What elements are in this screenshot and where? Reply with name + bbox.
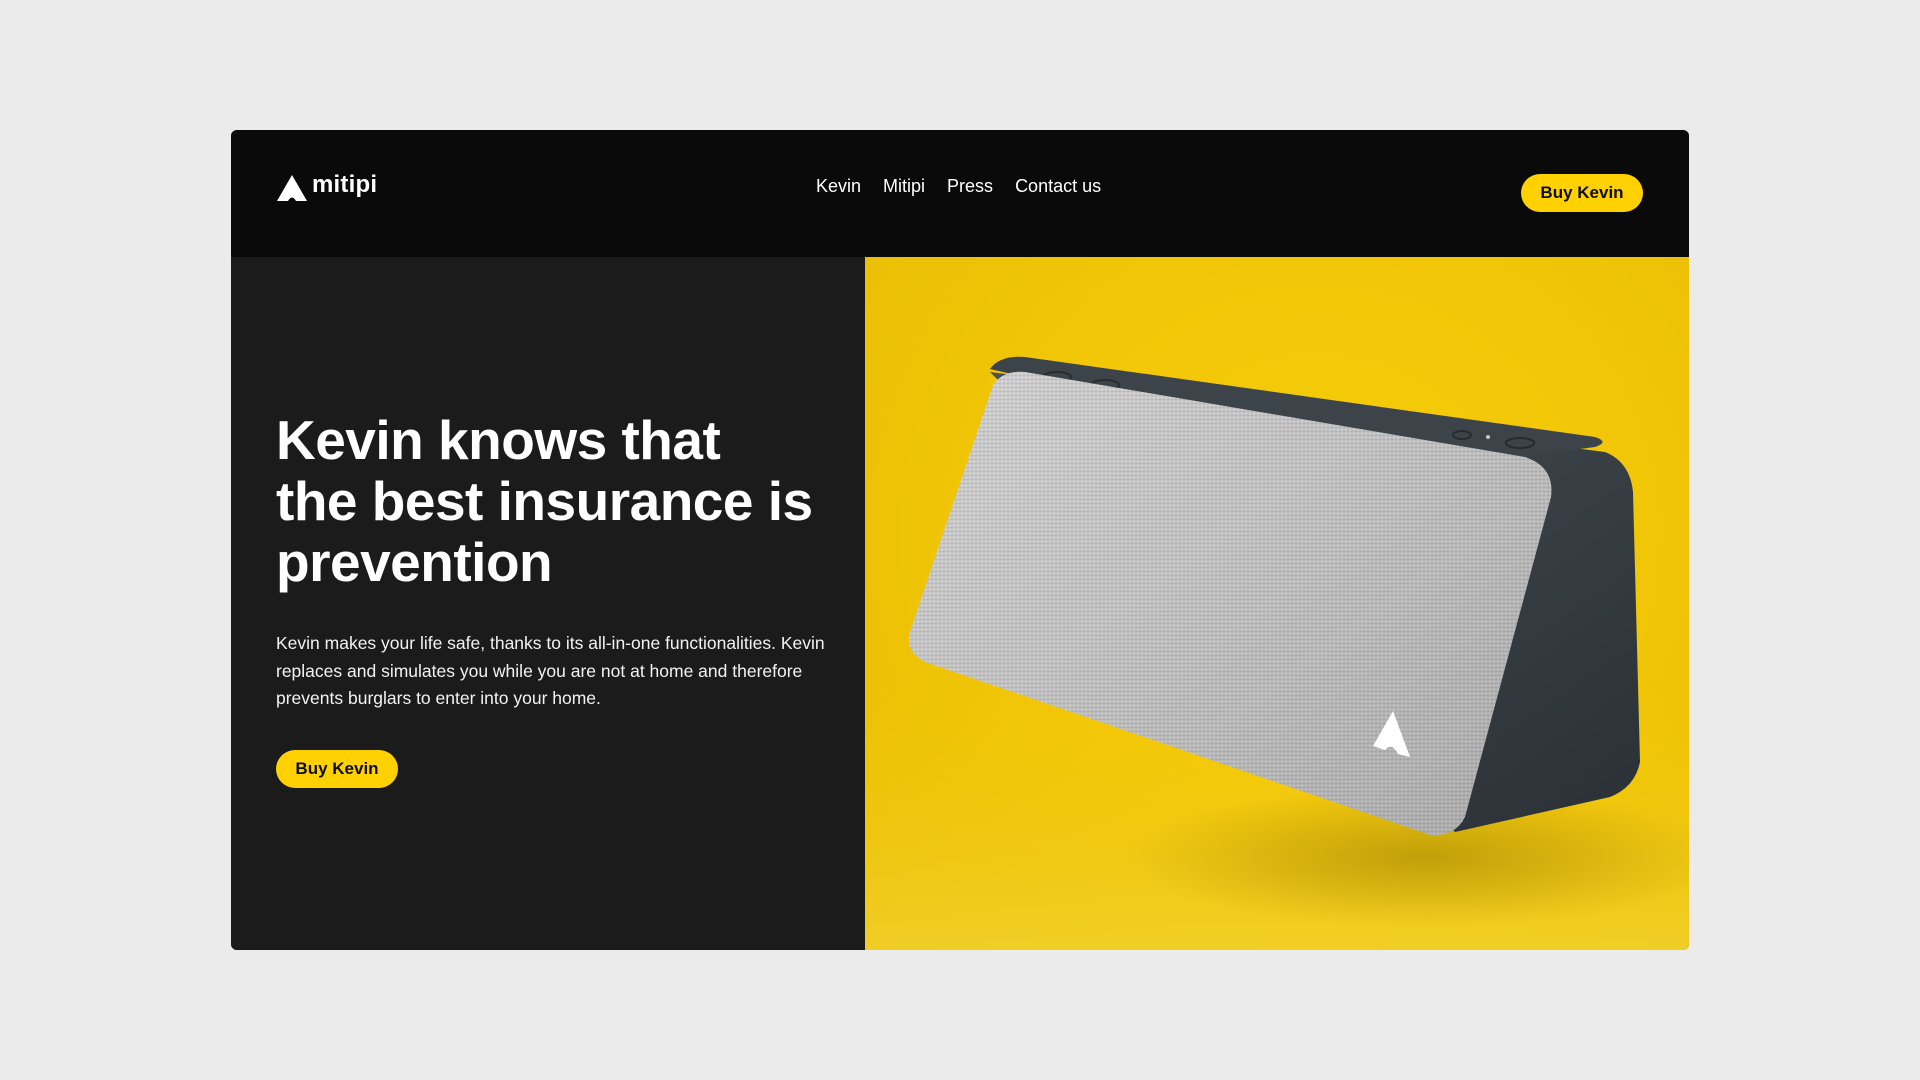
site-frame: mitipi Kevin Mitipi Press Contact us Buy… <box>231 130 1689 950</box>
nav-link-mitipi[interactable]: Mitipi <box>883 177 925 195</box>
hero-image-panel <box>865 257 1689 950</box>
mitipi-triangle-logo-icon <box>277 175 307 201</box>
nav-link-contact[interactable]: Contact us <box>1015 177 1101 195</box>
brand-logo[interactable]: mitipi <box>276 171 378 202</box>
nav-buy-button[interactable]: Buy Kevin <box>1521 174 1643 212</box>
hero-description: Kevin makes your life safe, thanks to it… <box>276 633 825 708</box>
hero-buy-button[interactable]: Buy Kevin <box>276 750 398 788</box>
nav-link-kevin[interactable]: Kevin <box>816 177 861 195</box>
brand-name: mitipi <box>312 171 378 198</box>
hero-headline: Kevin knows that the best insurance is p… <box>276 409 813 593</box>
navbar: mitipi Kevin Mitipi Press Contact us Buy… <box>231 130 1689 257</box>
kevin-device-product-photo <box>865 356 1689 950</box>
main-nav: Kevin Mitipi Press Contact us <box>816 177 1101 195</box>
hero-text-panel <box>231 257 865 950</box>
nav-link-press[interactable]: Press <box>947 177 993 195</box>
